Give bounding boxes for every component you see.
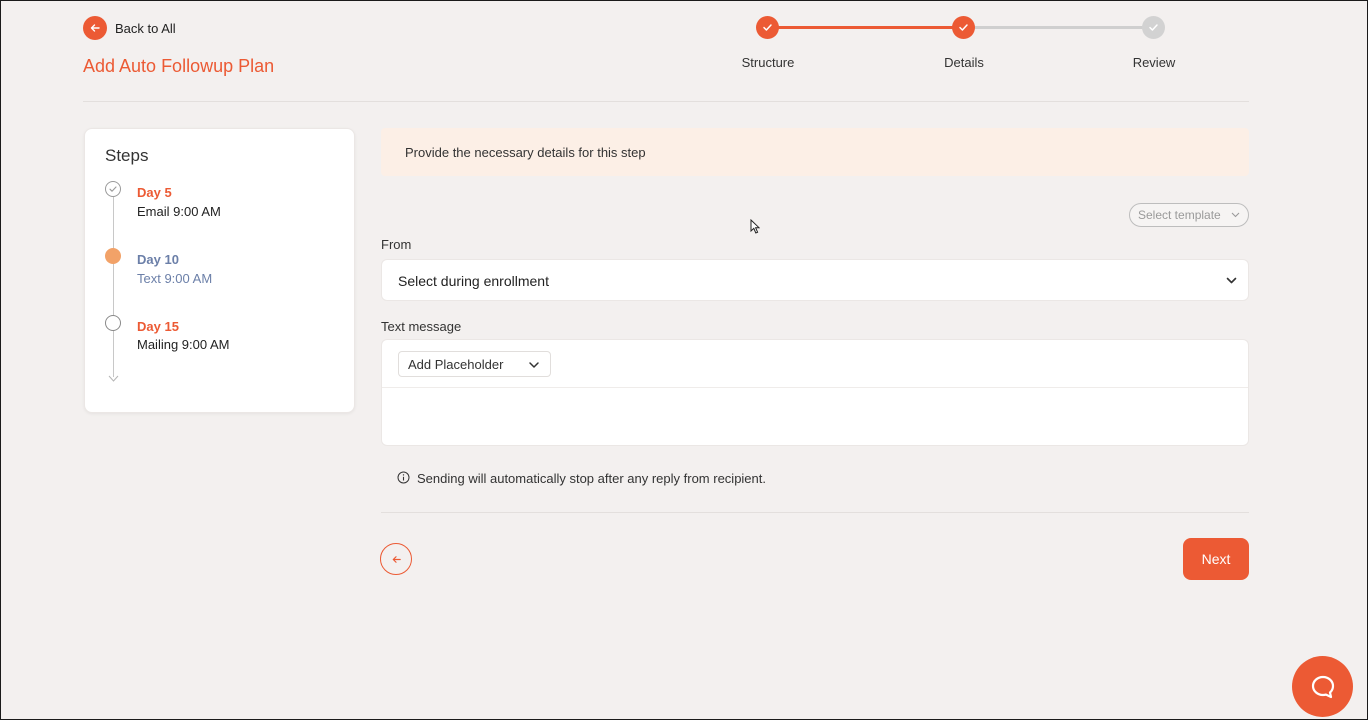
mouse-cursor-icon (750, 219, 760, 234)
info-banner-text: Provide the necessary details for this s… (405, 145, 646, 160)
from-select[interactable]: Select during enrollment (381, 259, 1249, 301)
stepper-line-pending (964, 26, 1154, 29)
select-template-label: Select template (1138, 208, 1221, 222)
chevron-down-icon (1231, 212, 1240, 218)
check-icon (959, 24, 968, 31)
help-chat-button[interactable] (1292, 656, 1353, 717)
step-day-label: Day 15 (137, 319, 179, 334)
add-placeholder-dropdown[interactable]: Add Placeholder (398, 351, 551, 377)
steps-panel: Steps Day 5 Email 9:00 AM Day 10 Text 9:… (84, 128, 355, 413)
check-icon (1149, 24, 1158, 31)
stepper-label-structure: Structure (741, 55, 795, 70)
stepper-line-completed (768, 26, 964, 29)
step-node-pending (105, 315, 121, 331)
step-node-completed (105, 181, 121, 197)
back-to-all-link[interactable]: Back to All (115, 21, 176, 36)
info-banner: Provide the necessary details for this s… (381, 128, 1249, 176)
steps-panel-title: Steps (105, 146, 149, 165)
info-icon (397, 471, 410, 484)
page-title: Add Auto Followup Plan (83, 56, 275, 76)
next-button[interactable]: Next (1183, 538, 1249, 580)
chat-bubble-icon (1311, 675, 1334, 698)
step-description: Email 9:00 AM (137, 204, 221, 219)
text-message-input[interactable] (382, 388, 1248, 445)
stepper-label-details: Details (944, 55, 984, 70)
arrow-left-icon (392, 555, 401, 563)
step-description: Mailing 9:00 AM (137, 337, 230, 352)
text-message-toolbar: Add Placeholder (382, 340, 1248, 388)
stepper-step-review[interactable] (1142, 16, 1165, 39)
stepper-step-details[interactable] (952, 16, 975, 39)
arrow-down-icon (108, 375, 119, 382)
text-message-editor: Add Placeholder (381, 339, 1249, 446)
check-icon (763, 24, 772, 31)
text-message-label: Text message (381, 319, 462, 334)
timeline-line (113, 197, 114, 377)
stepper-label-review: Review (1132, 55, 1176, 70)
select-template-dropdown[interactable]: Select template (1129, 203, 1249, 227)
add-placeholder-label: Add Placeholder (408, 357, 504, 372)
chevron-down-icon (529, 362, 539, 368)
main-divider (381, 512, 1249, 513)
step-day-label: Day 5 (137, 185, 172, 200)
step-node-active (105, 248, 121, 264)
arrow-left-icon (90, 24, 100, 32)
from-select-value: Select during enrollment (398, 273, 549, 289)
from-label: From (381, 237, 412, 252)
check-icon (109, 186, 117, 192)
auto-stop-notice: Sending will automatically stop after an… (417, 471, 766, 486)
previous-step-button[interactable] (380, 543, 412, 575)
back-button[interactable] (83, 16, 107, 40)
step-description: Text 9:00 AM (137, 271, 213, 286)
chevron-down-icon (1226, 277, 1237, 284)
step-day-label: Day 10 (137, 252, 179, 267)
header-divider (83, 101, 1249, 102)
stepper-step-structure[interactable] (756, 16, 779, 39)
